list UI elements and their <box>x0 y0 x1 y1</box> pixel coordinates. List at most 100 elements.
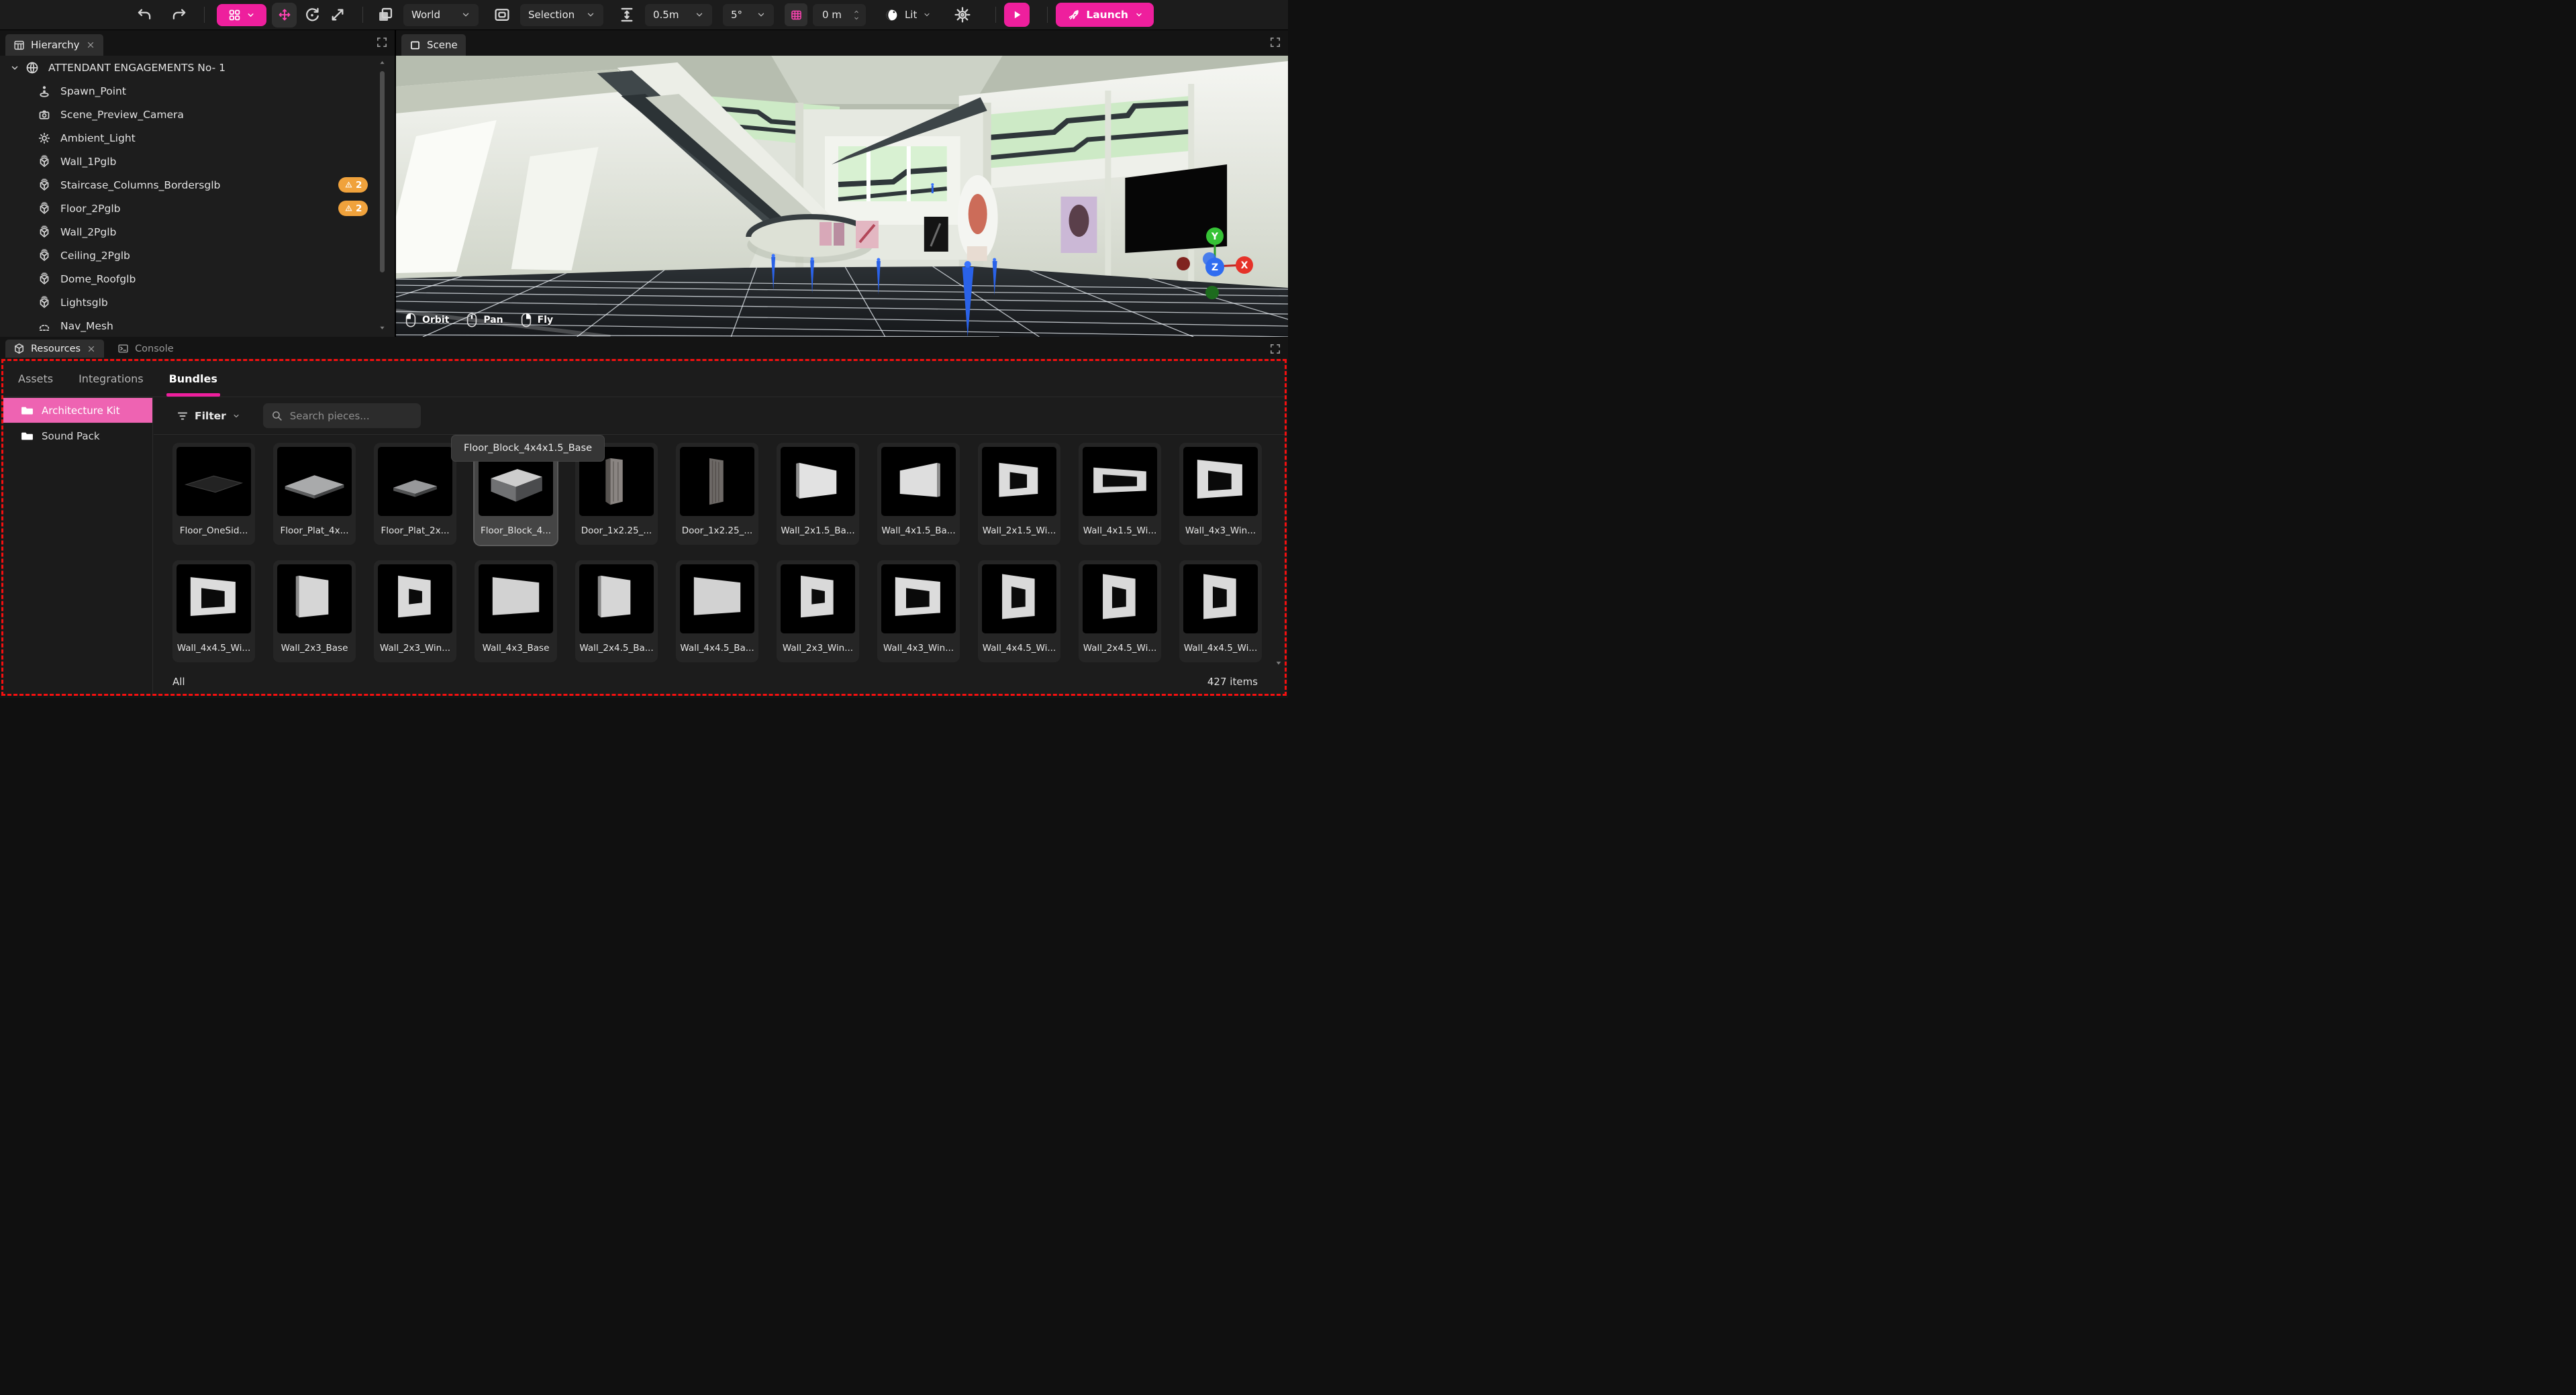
hierarchy-item-label: Spawn_Point <box>60 85 126 97</box>
bundle-piece-tile[interactable]: Floor_Plat_4x... <box>273 443 356 545</box>
focus-selection-icon[interactable] <box>493 6 511 23</box>
tab-console[interactable]: Console <box>109 340 182 358</box>
orientation-gizmo[interactable]: Y X Z <box>1173 224 1257 309</box>
bundle-piece-tile[interactable]: Wall_2x4.5_Wi... <box>1079 560 1161 662</box>
pieces-footer: All 427 items <box>154 669 1285 694</box>
bundle-piece-tile[interactable]: Wall_2x3_Win... <box>374 560 456 662</box>
duplicate-icon[interactable] <box>377 6 394 23</box>
chevron-down-icon <box>246 11 255 19</box>
tab-assets[interactable]: Assets <box>18 361 53 397</box>
bundle-pieces-grid: Floor_OneSid... Floor_Plat_4x... Floor_P… <box>154 435 1275 669</box>
camera-hint: Pan <box>466 313 503 327</box>
hierarchy-item[interactable]: Staircase_Columns_Bordersglb 2 <box>0 173 395 197</box>
bundle-piece-tile[interactable]: Wall_4x4.5_Wi... <box>1179 560 1262 662</box>
hierarchy-item[interactable]: Lightsglb <box>0 291 395 314</box>
scale-tool-icon[interactable] <box>329 6 346 23</box>
bundle-piece-tile[interactable]: Wall_2x3_Base <box>273 560 356 662</box>
add-object-button[interactable] <box>217 4 266 26</box>
scroll-down-icon[interactable] <box>1275 659 1283 667</box>
piece-label: Wall_4x1.5_Wi... <box>1083 516 1157 545</box>
tab-resources[interactable]: Resources <box>5 340 104 358</box>
piece-label: Wall_2x4.5_Wi... <box>1083 633 1157 662</box>
rocket-icon <box>1067 9 1079 21</box>
filter-bar: Filter <box>154 397 1285 435</box>
bundle-piece-tile[interactable]: Floor_OneSid... <box>172 443 255 545</box>
move-tool-button[interactable] <box>272 3 297 28</box>
hierarchy-item[interactable]: Ceiling_2Pglb <box>0 244 395 267</box>
bundle-piece-tile[interactable]: Wall_2x1.5_Wi... <box>978 443 1060 545</box>
tab-scene[interactable]: Scene <box>401 34 466 56</box>
angle-snap-dropdown[interactable]: 5° <box>723 4 774 26</box>
chevron-down-icon <box>756 10 766 19</box>
scrollbar-thumb[interactable] <box>380 71 385 272</box>
grid-snap-dropdown[interactable]: 0.5m <box>645 4 712 26</box>
chevron-down-icon[interactable] <box>9 62 20 73</box>
pivot-dropdown[interactable]: Selection <box>520 4 603 26</box>
bundle-piece-tile[interactable]: Wall_4x3_Win... <box>877 560 960 662</box>
bundle-piece-tile[interactable]: Wall_4x3_Win... <box>1179 443 1262 545</box>
scroll-up-icon[interactable] <box>379 59 386 66</box>
tab-hierarchy[interactable]: Hierarchy <box>5 34 103 56</box>
piece-label: Floor_Plat_4x... <box>277 516 352 545</box>
top-toolbar: World Selection 0.5m 5° 0 m Lit Launch <box>0 0 1288 30</box>
height-stepper[interactable]: 0 m <box>813 4 866 26</box>
navmesh-icon <box>38 319 51 333</box>
hierarchy-item[interactable]: Ambient_Light <box>0 126 395 150</box>
tab-bundles[interactable]: Bundles <box>169 361 217 397</box>
bundle-piece-tile[interactable]: Wall_4x1.5_Wi... <box>1079 443 1161 545</box>
bundle-piece-tile[interactable]: Wall_2x4.5_Ba... <box>575 560 658 662</box>
expand-panel-icon[interactable] <box>1269 36 1281 48</box>
hierarchy-item[interactable]: Scene_Preview_Camera <box>0 103 395 126</box>
hierarchy-root-item[interactable]: ATTENDANT ENGAGEMENTS No- 1 <box>0 56 395 79</box>
bundle-piece-tile[interactable]: Wall_2x1.5_Ba... <box>777 443 859 545</box>
rotate-tool-icon[interactable] <box>303 6 321 23</box>
filter-button[interactable]: Filter <box>177 410 240 422</box>
hierarchy-item[interactable]: Nav_Mesh <box>0 314 395 337</box>
bundle-piece-tile[interactable]: Wall_4x4.5_Wi... <box>978 560 1060 662</box>
bundle-folder-item[interactable]: Architecture Kit <box>3 397 152 423</box>
bundle-piece-tile[interactable]: Wall_4x1.5_Ba... <box>877 443 960 545</box>
hierarchy-item[interactable]: Spawn_Point <box>0 79 395 103</box>
undo-icon[interactable] <box>136 6 153 23</box>
expand-panel-icon[interactable] <box>376 36 388 48</box>
divider <box>362 7 363 23</box>
divider <box>204 7 205 23</box>
tab-integrations[interactable]: Integrations <box>79 361 144 397</box>
search-input[interactable] <box>289 409 403 423</box>
expand-panel-icon[interactable] <box>1269 343 1281 355</box>
bundle-piece-tile[interactable]: Door_1x2.25_... <box>676 443 758 545</box>
hierarchy-item[interactable]: Dome_Roofglb <box>0 267 395 291</box>
bundle-piece-tile[interactable]: Wall_4x4.5_Wi... <box>172 560 255 662</box>
warning-badge: 2 <box>338 201 368 216</box>
scene-tab-label: Scene <box>427 39 458 51</box>
warning-icon <box>344 180 353 189</box>
settings-gear-icon[interactable] <box>954 6 971 23</box>
hierarchy-scrollbar[interactable] <box>379 59 385 331</box>
bundle-piece-tile[interactable]: Floor_Plat_2x... <box>374 443 456 545</box>
hierarchy-item[interactable]: Wall_1Pglb <box>0 150 395 173</box>
bundle-piece-tile[interactable]: Wall_2x3_Win... <box>777 560 859 662</box>
vertical-snap-icon[interactable] <box>618 6 636 23</box>
console-tab-label: Console <box>135 344 174 354</box>
stepper-down-icon[interactable] <box>852 15 860 21</box>
play-button[interactable] <box>1004 3 1030 27</box>
hierarchy-item[interactable]: Wall_2Pglb <box>0 220 395 244</box>
piece-label: Wall_4x4.5_Wi... <box>982 633 1056 662</box>
stepper-up-icon[interactable] <box>852 9 860 15</box>
chevron-down-icon <box>695 10 704 19</box>
hierarchy-item[interactable]: Floor_2Pglb 2 <box>0 197 395 220</box>
launch-button[interactable]: Launch <box>1056 3 1154 27</box>
grid-toggle-button[interactable] <box>785 3 807 26</box>
scroll-down-icon[interactable] <box>379 324 386 331</box>
close-icon[interactable] <box>87 344 96 354</box>
bundle-folder-item[interactable]: Sound Pack <box>3 423 152 448</box>
shading-dropdown[interactable]: Lit <box>885 8 931 22</box>
space-dropdown[interactable]: World <box>403 4 479 26</box>
close-icon[interactable] <box>86 40 95 50</box>
shading-value: Lit <box>905 9 917 21</box>
bundle-piece-tile[interactable]: Wall_4x3_Base <box>475 560 557 662</box>
scene-3d-view[interactable]: Orbit Pan Fly <box>396 56 1288 337</box>
search-box[interactable] <box>263 403 421 428</box>
redo-icon[interactable] <box>170 6 188 23</box>
bundle-piece-tile[interactable]: Wall_4x4.5_Ba... <box>676 560 758 662</box>
